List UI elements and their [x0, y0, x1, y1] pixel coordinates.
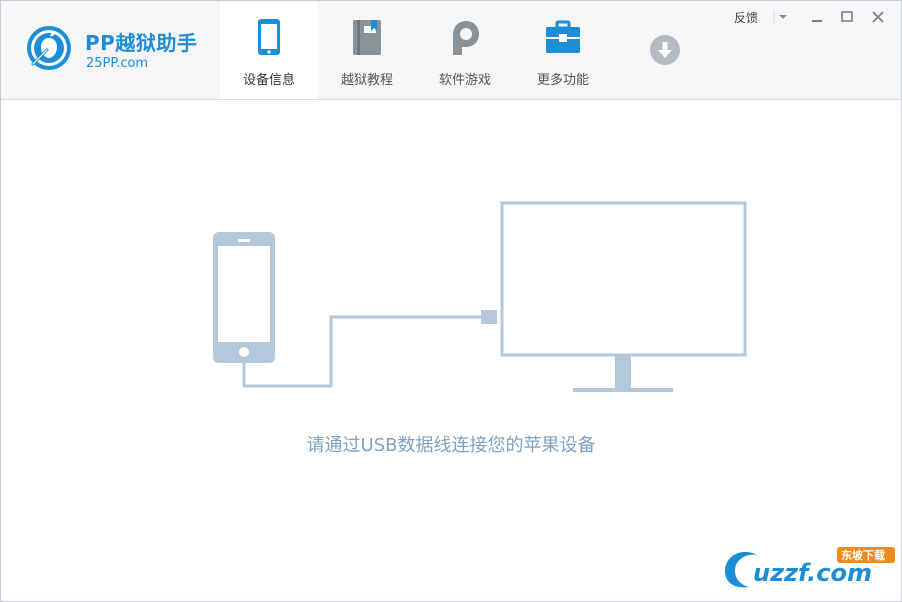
watermark-text: uzzf.com [753, 559, 872, 587]
maximize-icon[interactable] [837, 7, 857, 27]
usb-plug [481, 310, 497, 324]
watermark-badge: 东坡下载 [841, 548, 885, 562]
monitor-illustration-icon [500, 201, 747, 392]
tab-label: 越狱教程 [340, 73, 393, 88]
toolbox-icon [546, 20, 580, 53]
tab-label: 更多功能 [536, 73, 589, 88]
phone-icon [258, 19, 280, 55]
app-window: PP越狱助手 25PP.com 设备信息 越狱教程 软件游戏 更多功能 反馈 请… [0, 0, 902, 602]
tab-software-games[interactable]: 软件游戏 [416, 1, 514, 99]
chevron-down-icon[interactable] [773, 7, 793, 27]
pp-logo-icon [453, 21, 479, 55]
close-icon[interactable] [868, 7, 888, 27]
title-bar: PP越狱助手 25PP.com 设备信息 越狱教程 软件游戏 更多功能 反馈 [1, 1, 901, 100]
connect-device-message: 请通过USB数据线连接您的苹果设备 [306, 435, 596, 456]
minimize-icon[interactable] [807, 7, 827, 27]
watermark-logo: uzzf.com 东坡下载 [725, 547, 895, 588]
tab-label: 软件游戏 [438, 73, 491, 88]
app-name: PP越狱助手 [85, 31, 198, 55]
tab-device-info[interactable]: 设备信息 [220, 1, 318, 99]
main-content: 请通过USB数据线连接您的苹果设备 [1, 100, 901, 601]
feedback-link[interactable]: 反馈 [734, 9, 758, 26]
book-icon [353, 20, 381, 55]
usb-cable [242, 315, 484, 388]
download-icon[interactable] [649, 34, 681, 66]
tab-more-features[interactable]: 更多功能 [514, 1, 612, 99]
tab-jailbreak-tutorial[interactable]: 越狱教程 [318, 1, 416, 99]
app-domain: 25PP.com [86, 56, 149, 71]
tab-label: 设备信息 [242, 73, 295, 88]
phone-illustration-icon [213, 232, 275, 363]
app-logo-icon [27, 26, 71, 70]
